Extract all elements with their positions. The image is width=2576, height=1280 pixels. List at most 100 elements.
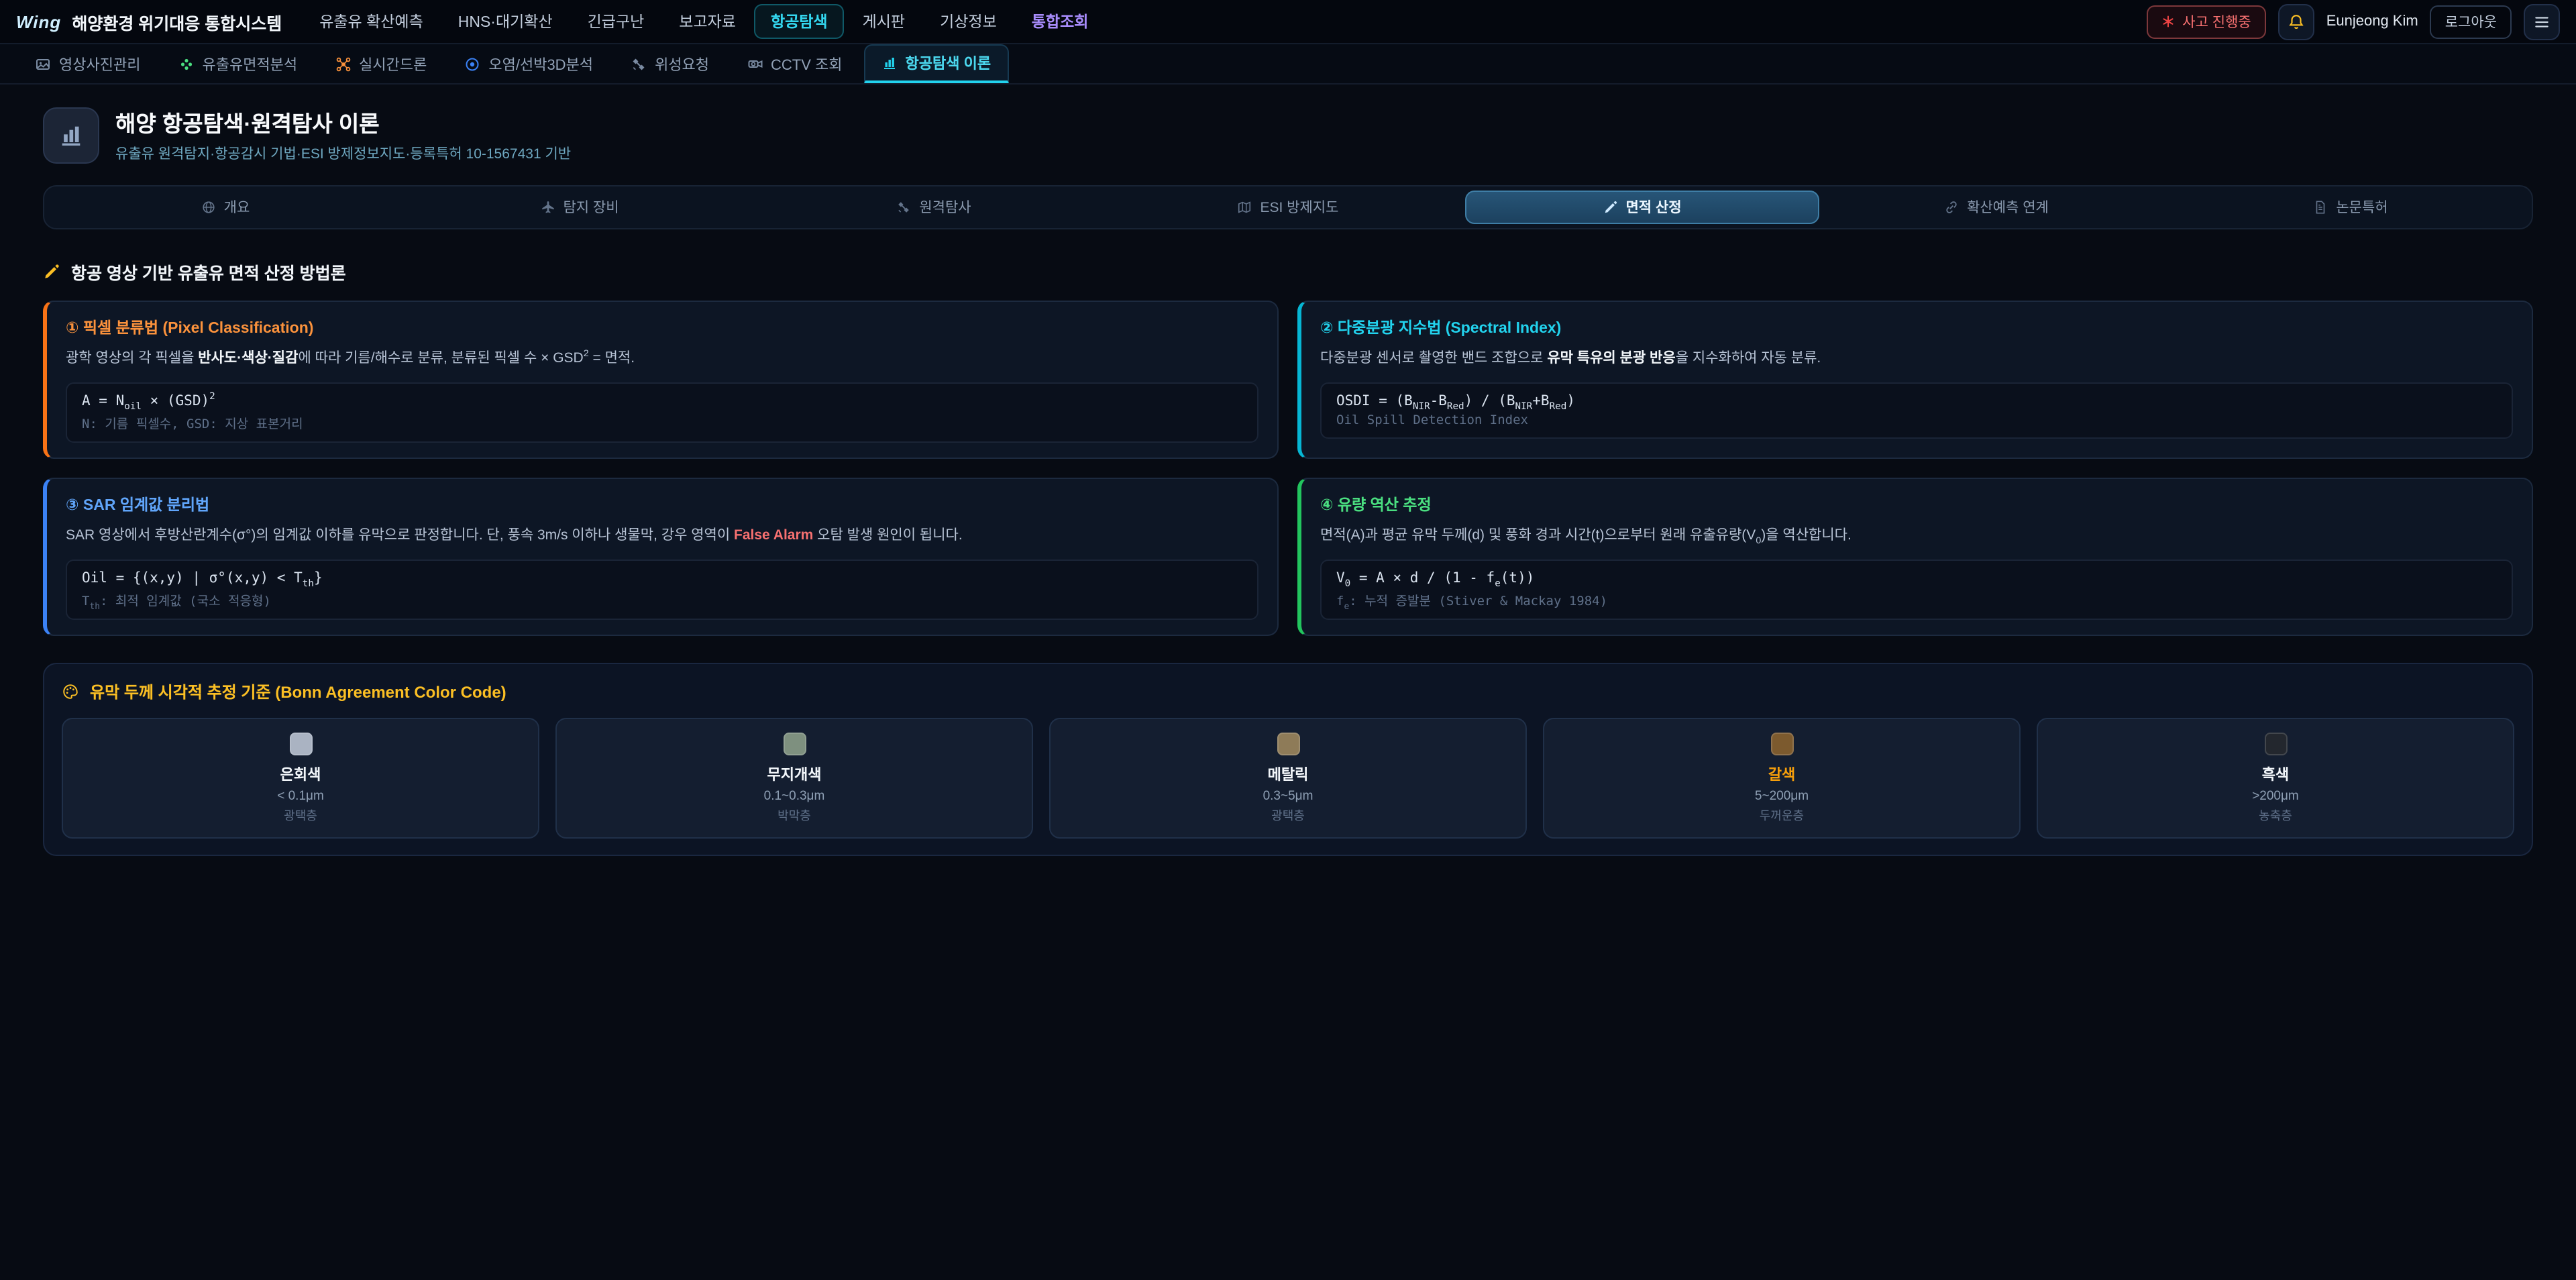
formula-note: N: 기름 픽셀수, GSD: 지상 표본거리 xyxy=(82,413,1242,432)
subtab-realtime-drone[interactable]: 실시간드론 xyxy=(319,44,443,83)
nav-oil-spread-forecast[interactable]: 유출유 확산예측 xyxy=(303,4,439,39)
bonn-card-brown: 갈색 5~200μm 두꺼운층 xyxy=(1543,717,2021,838)
incident-status-badge[interactable]: 사고 진행중 xyxy=(2146,5,2265,38)
card-title: ① 픽셀 분류법 (Pixel Classification) xyxy=(66,317,1258,338)
alert-icon xyxy=(2161,15,2174,28)
method-card-volume-inversion: ④ 유량 역산 추정 면적(A)과 평균 유막 두께(d) 및 풍화 경과 시간… xyxy=(1297,478,2533,636)
subtab-label: 항공탐색 이론 xyxy=(906,52,991,74)
method-card-sar-threshold: ③ SAR 임계값 분리법 SAR 영상에서 후방산란계수(σ°)의 임계값 이… xyxy=(43,478,1279,636)
swatch-name: 갈색 xyxy=(1555,763,2008,784)
card-body: 다중분광 센서로 촬영한 밴드 조합으로 유막 특유의 분광 반응을 지수화하여… xyxy=(1320,348,2513,370)
app-root: Wing 해양환경 위기대응 통합시스템 유출유 확산예측 HNS·대기확산 긴… xyxy=(0,0,2576,1280)
color-swatch xyxy=(783,732,806,755)
nav-board[interactable]: 게시판 xyxy=(847,4,922,39)
tab-detection-equipment[interactable]: 탐지 장비 xyxy=(402,191,757,224)
methods-heading-text: 항공 영상 기반 유출유 면적 산정 방법론 xyxy=(71,259,346,284)
card-title: ③ SAR 임계값 분리법 xyxy=(66,494,1258,515)
page-header-text: 해양 항공탐색·원격탐사 이론 유출유 원격탐지·항공감시 기법·ESI 방제정… xyxy=(115,106,571,164)
tab-overview[interactable]: 개요 xyxy=(48,191,402,224)
thickness-range: < 0.1μm xyxy=(74,788,527,803)
pencil-icon xyxy=(43,263,60,280)
flower-icon xyxy=(178,56,194,72)
formula-block: OSDI = (BNIR-BRed) / (BNIR+BRed) Oil Spi… xyxy=(1320,382,2513,439)
tab-label: 탐지 장비 xyxy=(563,197,619,217)
tab-papers-patents[interactable]: 논문특허 xyxy=(2174,191,2528,224)
formula-note: Tth: 최적 임계값 (국소 적응형) xyxy=(82,590,1242,608)
nav-reports[interactable]: 보고자료 xyxy=(663,4,752,39)
subtab-label: 실시간드론 xyxy=(359,53,427,74)
methods-grid: ① 픽셀 분류법 (Pixel Classification) 광학 영상의 각… xyxy=(43,301,2533,635)
layer-label: 농축층 xyxy=(2049,806,2502,823)
subtab-label: 유출유면적분석 xyxy=(202,53,297,74)
subtab-label: 위성요청 xyxy=(655,53,709,74)
formula-block: Oil = {(x,y) | σ°(x,y) < Tth} Tth: 최적 임계… xyxy=(66,559,1258,619)
nav-hns-atmospheric[interactable]: HNS·대기확산 xyxy=(442,4,569,39)
tab-esi-map[interactable]: ESI 방제지도 xyxy=(1111,191,1465,224)
nav-emergency-rescue[interactable]: 긴급구난 xyxy=(572,4,661,39)
thickness-range: 0.3~5μm xyxy=(1061,788,1515,803)
subtab-aerial-search-theory[interactable]: 항공탐색 이론 xyxy=(864,44,1009,83)
top-navigation-bar: Wing 해양환경 위기대응 통합시스템 유출유 확산예측 HNS·대기확산 긴… xyxy=(0,0,2576,44)
nav-weather-info[interactable]: 기상정보 xyxy=(924,4,1013,39)
logout-button[interactable]: 로그아웃 xyxy=(2430,5,2512,38)
color-swatch xyxy=(289,732,312,755)
thickness-range: >200μm xyxy=(2049,788,2502,803)
tab-label: 개요 xyxy=(224,197,250,217)
scan-icon xyxy=(464,56,480,72)
nav-aerial-search[interactable]: 항공탐색 xyxy=(755,4,844,39)
bonn-grid: 은회색 < 0.1μm 광택층 무지개색 0.1~0.3μm 박막층 메탈릭 0… xyxy=(62,717,2514,838)
method-card-spectral-index: ② 다중분광 지수법 (Spectral Index) 다중분광 센서로 촬영한… xyxy=(1297,301,2533,459)
bonn-color-code-panel: 유막 두께 시각적 추정 기준 (Bonn Agreement Color Co… xyxy=(43,662,2533,855)
card-title: ② 다중분광 지수법 (Spectral Index) xyxy=(1320,317,2513,338)
layer-label: 두꺼운층 xyxy=(1555,806,2008,823)
subtab-cctv-view[interactable]: CCTV 조회 xyxy=(731,44,859,83)
palette-icon xyxy=(62,682,79,700)
formula-note: Oil Spill Detection Index xyxy=(1336,413,2497,428)
app-title: 해양환경 위기대응 통합시스템 xyxy=(72,9,282,34)
incident-badge-label: 사고 진행중 xyxy=(2182,11,2251,32)
page-header: 해양 항공탐색·원격탐사 이론 유출유 원격탐지·항공감시 기법·ESI 방제정… xyxy=(43,106,2533,164)
bonn-card-black: 흑색 >200μm 농축층 xyxy=(2037,717,2514,838)
nav-integrated-search[interactable]: 통합조회 xyxy=(1016,4,1105,39)
formula-block: V0 = A × d / (1 - fe(t)) fe: 누적 증발분 (Sti… xyxy=(1320,559,2513,619)
swatch-name: 흑색 xyxy=(2049,763,2502,784)
satellite-icon xyxy=(896,200,911,215)
subtab-image-management[interactable]: 영상사진관리 xyxy=(19,44,156,83)
menu-button[interactable] xyxy=(2524,3,2560,40)
notification-bell-button[interactable] xyxy=(2278,3,2314,40)
bonn-card-metallic: 메탈릭 0.3~5μm 광택층 xyxy=(1049,717,1527,838)
drone-icon xyxy=(335,56,351,72)
subtab-label: 오염/선박3D분석 xyxy=(488,53,593,74)
tab-remote-sensing[interactable]: 원격탐사 xyxy=(757,191,1111,224)
color-swatch xyxy=(2264,732,2287,755)
bonn-heading: 유막 두께 시각적 추정 기준 (Bonn Agreement Color Co… xyxy=(62,680,2514,702)
tab-label: 논문특허 xyxy=(2336,197,2387,217)
methods-heading: 항공 영상 기반 유출유 면적 산정 방법론 xyxy=(43,259,2533,284)
link-icon xyxy=(1944,200,1959,215)
formula-note: fe: 누적 증발분 (Stiver & Mackay 1984) xyxy=(1336,590,2497,608)
tab-label: 면적 산정 xyxy=(1625,197,1681,217)
formula: A = Noil × (GSD)2 xyxy=(82,393,1242,409)
method-card-pixel-classification: ① 픽셀 분류법 (Pixel Classification) 광학 영상의 각… xyxy=(43,301,1279,459)
swatch-name: 은회색 xyxy=(74,763,527,784)
tab-area-calculation[interactable]: 면적 산정 xyxy=(1465,191,1819,224)
subtab-pollution-ship-3d[interactable]: 오염/선박3D분석 xyxy=(448,44,609,83)
layer-label: 광택층 xyxy=(74,806,527,823)
thickness-range: 5~200μm xyxy=(1555,788,2008,803)
section-tabs: 개요 탐지 장비 원격탐사 ESI 방제지도 면적 산정 확산예측 연계 xyxy=(43,185,2533,229)
bonn-heading-text: 유막 두께 시각적 추정 기준 (Bonn Agreement Color Co… xyxy=(90,680,506,702)
page-subtitle: 유출유 원격탐지·항공감시 기법·ESI 방제정보지도·등록특허 10-1567… xyxy=(115,144,571,164)
card-body: SAR 영상에서 후방산란계수(σ°)의 임계값 이하를 유막으로 판정합니다.… xyxy=(66,525,1258,547)
subtab-label: CCTV 조회 xyxy=(771,53,843,74)
bonn-card-silver-gray: 은회색 < 0.1μm 광택층 xyxy=(62,717,539,838)
layer-label: 박막층 xyxy=(568,806,1021,823)
subtab-oil-area-analysis[interactable]: 유출유면적분석 xyxy=(162,44,313,83)
subtab-satellite-request[interactable]: 위성요청 xyxy=(614,44,725,83)
color-swatch xyxy=(1770,732,1793,755)
tab-diffusion-forecast-link[interactable]: 확산예측 연계 xyxy=(1819,191,2174,224)
thickness-range: 0.1~0.3μm xyxy=(568,788,1021,803)
tab-label: ESI 방제지도 xyxy=(1260,197,1339,217)
formula-block: A = Noil × (GSD)2 N: 기름 픽셀수, GSD: 지상 표본거… xyxy=(66,382,1258,443)
hamburger-icon xyxy=(2533,13,2551,30)
swatch-name: 무지개색 xyxy=(568,763,1021,784)
